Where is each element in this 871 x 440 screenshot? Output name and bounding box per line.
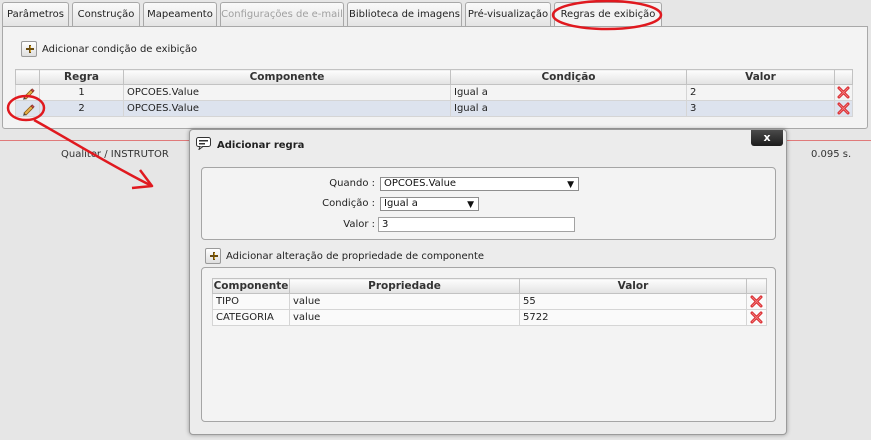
add-rule-dialog: Adicionar regra x Quando : OPCOES.Value … [189, 129, 787, 435]
col-delete [746, 278, 767, 294]
delete-icon[interactable] [750, 311, 763, 324]
valor-cell: 2 [686, 84, 835, 101]
col-valor: Valor [519, 278, 747, 294]
add-condition-label: Adicionar condição de exibição [42, 43, 198, 55]
dialog-header: Adicionar regra x [190, 130, 786, 158]
add-condition-button[interactable]: Adicionar condição de exibição [21, 41, 197, 57]
plus-icon [21, 41, 37, 57]
delete-cell[interactable] [746, 293, 767, 310]
delete-cell[interactable] [834, 100, 853, 117]
valor-cell: 5722 [519, 309, 747, 326]
col-propriedade: Propriedade [289, 278, 520, 294]
tab-configuracoes-email: Configurações de e-mail [220, 2, 344, 27]
col-componente: Componente [123, 69, 451, 85]
delete-icon[interactable] [750, 295, 763, 308]
annotation-arrow-head [131, 169, 154, 190]
when-label: Quando : [329, 178, 375, 189]
col-regra: Regra [39, 69, 124, 85]
value-field[interactable]: 3 [378, 217, 575, 232]
add-property-change-label: Adicionar alteração de propriedade de co… [226, 250, 485, 262]
propriedade-cell: value [289, 293, 520, 310]
delete-cell[interactable] [834, 84, 853, 101]
condicao-cell: Igual a [450, 100, 687, 117]
condition-label: Condição : [322, 198, 375, 209]
rules-panel: Adicionar condição de exibição Regra Com… [2, 26, 868, 129]
regra-cell: 1 [39, 84, 124, 101]
dropdown-caret-icon: ▼ [467, 200, 474, 210]
edit-cell[interactable] [15, 84, 40, 101]
valor-cell: 55 [519, 293, 747, 310]
value-label: Valor : [343, 219, 375, 230]
regra-cell: 2 [39, 100, 124, 117]
table-row[interactable]: 2 OPCOES.Value Igual a 3 [15, 100, 853, 117]
condition-select-value: Igual a [384, 198, 418, 209]
col-condicao: Condição [450, 69, 687, 85]
col-edit [15, 69, 40, 85]
plus-icon [205, 248, 221, 264]
componente-cell: OPCOES.Value [123, 100, 451, 117]
close-icon[interactable]: x [751, 130, 783, 146]
componente-cell: OPCOES.Value [123, 84, 451, 101]
pencil-icon[interactable] [21, 86, 35, 100]
tab-regras-exibicao[interactable]: Regras de exibição [554, 2, 662, 28]
componente-cell: CATEGORIA [212, 309, 290, 326]
tab-mapeamento[interactable]: Mapeamento [143, 2, 217, 27]
table-row[interactable]: CATEGORIA value 5722 [212, 309, 767, 326]
footer-user: Qualitor / INSTRUTOR [61, 149, 169, 160]
componente-cell: TIPO [212, 293, 290, 310]
rules-table: Regra Componente Condição Valor 1 OPCOES… [15, 69, 853, 117]
property-table: Componente Propriedade Valor TIPO value … [212, 278, 767, 326]
delete-cell[interactable] [746, 309, 767, 326]
dialog-title: Adicionar regra [217, 140, 305, 151]
rule-fields: Quando : OPCOES.Value ▼ Condição : Igual… [201, 167, 776, 240]
col-delete [834, 69, 853, 85]
pencil-icon[interactable] [21, 102, 35, 116]
dropdown-caret-icon: ▼ [567, 180, 574, 190]
condicao-cell: Igual a [450, 84, 687, 101]
col-valor: Valor [686, 69, 835, 85]
table-row[interactable]: 1 OPCOES.Value Igual a 2 [15, 84, 853, 101]
when-select-value: OPCOES.Value [384, 178, 457, 189]
table-row[interactable]: TIPO value 55 [212, 293, 767, 310]
add-property-change-button[interactable]: Adicionar alteração de propriedade de co… [205, 248, 484, 264]
delete-icon[interactable] [837, 86, 850, 99]
valor-cell: 3 [686, 100, 835, 117]
edit-cell[interactable] [15, 100, 40, 117]
delete-icon[interactable] [837, 102, 850, 115]
tab-construcao[interactable]: Construção [72, 2, 140, 27]
property-changes-panel: Componente Propriedade Valor TIPO value … [201, 267, 776, 422]
tab-pre-visualizacao[interactable]: Pré-visualização [465, 2, 551, 27]
col-componente: Componente [212, 278, 290, 294]
footer-time: 0.095 s. [811, 149, 852, 160]
dialog-icon [196, 137, 211, 151]
condition-select[interactable]: Igual a ▼ [380, 197, 479, 211]
propriedade-cell: value [289, 309, 520, 326]
when-select[interactable]: OPCOES.Value ▼ [380, 177, 579, 191]
tab-parametros[interactable]: Parâmetros [2, 2, 69, 27]
tab-biblioteca-imagens[interactable]: Biblioteca de imagens [347, 2, 462, 27]
